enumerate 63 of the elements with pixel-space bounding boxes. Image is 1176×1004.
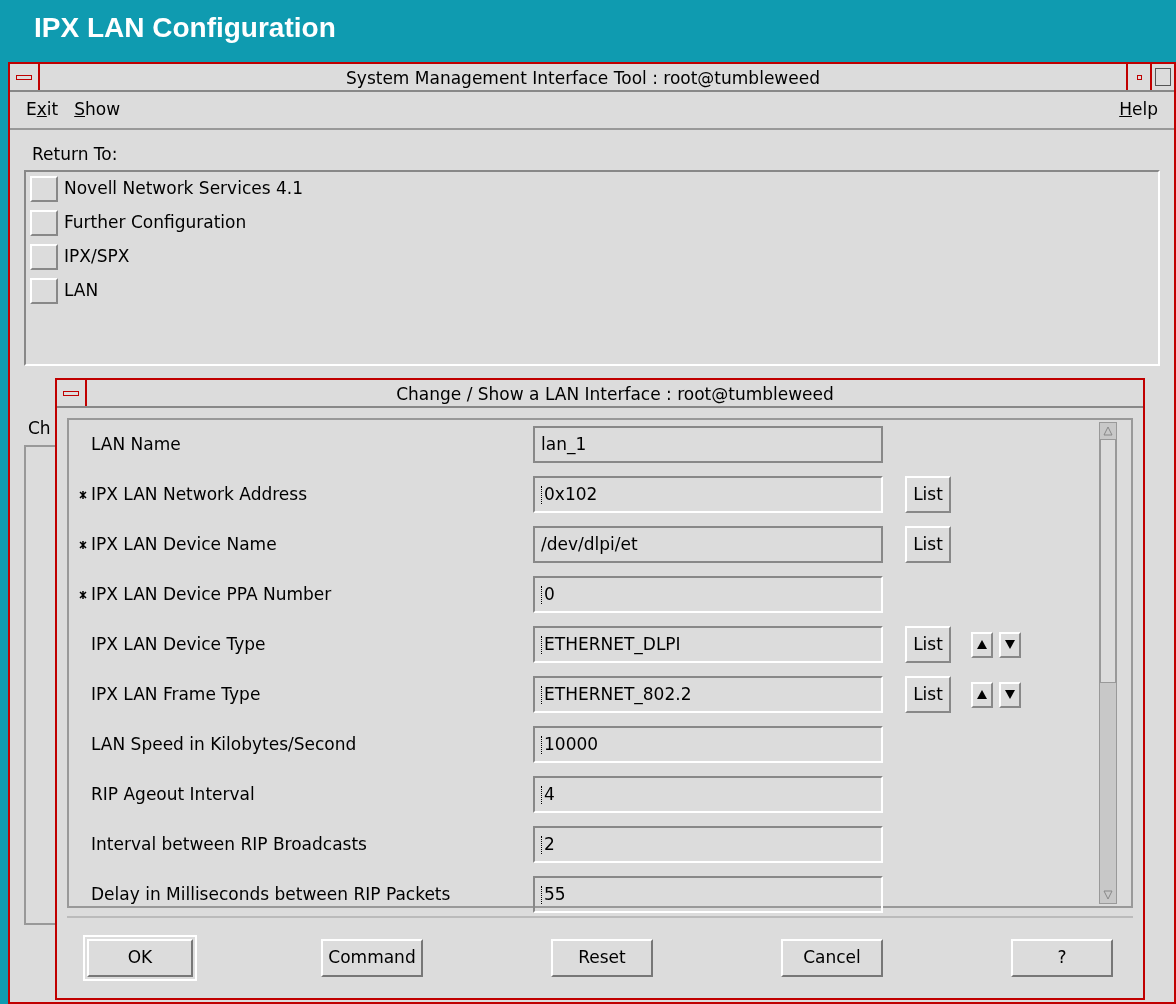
return-item-label: Novell Network Services 4.1 [64, 176, 303, 200]
text-field[interactable]: 4 [533, 776, 883, 813]
menu-item[interactable]: Exit [18, 97, 67, 123]
dialog-button[interactable]: ? [1011, 939, 1113, 977]
up-triangle-icon [977, 640, 987, 649]
text-cursor-icon [541, 635, 543, 654]
return-item-label: Further Configuration [64, 210, 247, 234]
text-field[interactable]: ETHERNET_802.2 [533, 676, 883, 713]
field-label: IPX LAN Device PPA Number [91, 582, 333, 606]
dialog-button[interactable]: Reset [551, 939, 653, 977]
list-button[interactable]: List [905, 626, 951, 663]
text-cursor-icon [541, 735, 543, 754]
up-arrow-button[interactable] [971, 681, 993, 708]
return-item-label: LAN [64, 278, 99, 302]
partial-label: Ch [27, 416, 52, 440]
return-button[interactable] [30, 209, 58, 236]
down-triangle-icon [1005, 640, 1015, 649]
return-button[interactable] [30, 277, 58, 304]
text-cursor-icon [541, 885, 543, 904]
dialog-button[interactable]: Cancel [781, 939, 883, 977]
banner-title: IPX LAN Configuration [34, 10, 336, 45]
menu-item[interactable]: Show [66, 97, 129, 123]
field-label: LAN Speed in Kilobytes/Second [91, 732, 358, 756]
window-title: System Management Interface Tool : root@tumbleweed [345, 67, 821, 90]
text-field[interactable]: 0 [533, 576, 883, 613]
down-arrow-button[interactable] [999, 631, 1021, 658]
list-button[interactable]: List [905, 676, 951, 713]
list-button[interactable]: List [905, 526, 951, 563]
vertical-scrollbar[interactable] [1099, 422, 1117, 904]
scroll-thumb[interactable] [1100, 439, 1116, 683]
dialog-title: Change / Show a LAN Interface : root@tumbleweed [395, 383, 835, 406]
field-label: RIP Ageout Interval [91, 782, 256, 806]
text-field[interactable]: 55 [533, 876, 883, 913]
text-cursor-icon [541, 685, 543, 704]
down-arrow-button[interactable] [999, 681, 1021, 708]
text-cursor-icon [541, 485, 543, 504]
field-label: LAN Name [91, 432, 182, 456]
text-field[interactable]: lan_1 [533, 426, 883, 463]
down-triangle-icon [1005, 690, 1015, 699]
dialog-button[interactable]: Command [321, 939, 423, 977]
field-label: Delay in Milliseconds between RIP Packets [91, 882, 452, 906]
maximize-button[interactable] [1150, 64, 1174, 90]
return-item-label: IPX/SPX [64, 244, 130, 268]
field-label: IPX LAN Frame Type [91, 682, 262, 706]
field-label: Interval between RIP Broadcasts [91, 832, 368, 856]
field-label: IPX LAN Device Type [91, 632, 267, 656]
text-field[interactable]: 0x102 [533, 476, 883, 513]
up-triangle-icon [977, 690, 987, 699]
return-button[interactable] [30, 175, 58, 202]
text-cursor-icon [541, 835, 543, 854]
text-field[interactable]: ETHERNET_DLPI [533, 626, 883, 663]
text-cursor-icon [541, 585, 543, 604]
text-field[interactable]: 10000 [533, 726, 883, 763]
field-label: IPX LAN Network Address [91, 482, 308, 506]
return-button[interactable] [30, 243, 58, 270]
help-menu[interactable]: Help [1111, 97, 1166, 123]
return-label: Return To: [31, 143, 119, 166]
text-field[interactable]: /dev/dlpi/et [533, 526, 883, 563]
text-field[interactable]: 2 [533, 826, 883, 863]
field-label: IPX LAN Device Name [91, 532, 278, 556]
list-button[interactable]: List [905, 476, 951, 513]
up-arrow-button[interactable] [971, 631, 993, 658]
text-cursor-icon [541, 785, 543, 804]
